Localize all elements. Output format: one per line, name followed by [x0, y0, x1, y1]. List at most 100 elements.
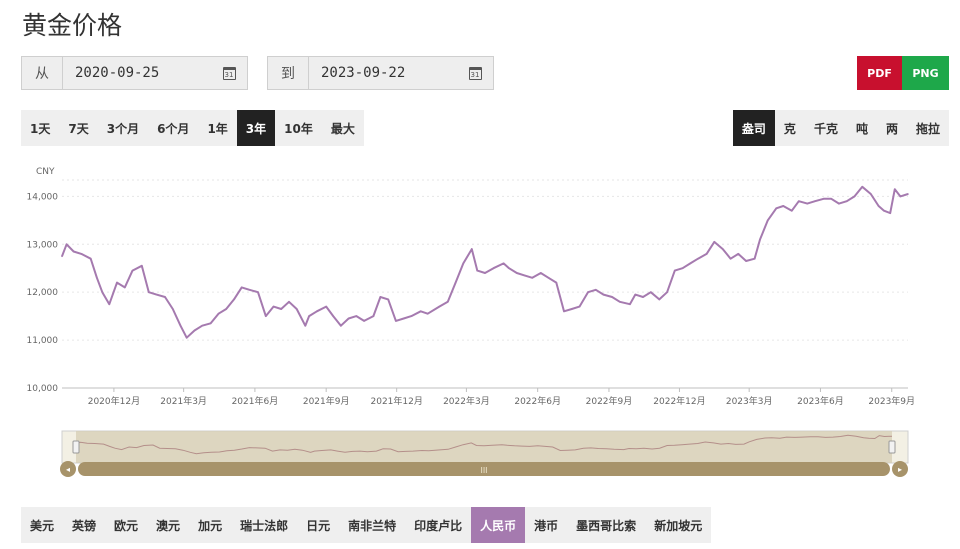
data-point: [295, 308, 298, 310]
data-point: [116, 281, 118, 284]
data-point: [447, 301, 449, 303]
gold-price-chart: CNY 10,000 11,000 12,000 13,000 14,000 2020年…: [27, 167, 915, 477]
data-point: [563, 310, 565, 313]
data-point: [355, 315, 358, 317]
range-button-1[interactable]: 7天: [59, 110, 97, 146]
data-point: [340, 324, 342, 327]
data-point: [402, 317, 405, 320]
currency-button-3[interactable]: 澳元: [147, 507, 189, 543]
currency-button-12[interactable]: 新加坡元: [645, 507, 711, 543]
data-point: [877, 205, 880, 207]
data-point: [265, 315, 267, 317]
data-point: [595, 289, 597, 291]
y-tick-label: 14,000: [27, 192, 59, 202]
range-button-5[interactable]: 3年: [236, 110, 276, 146]
x-tick-label: 2020年12月: [88, 395, 140, 407]
data-point: [658, 298, 661, 301]
data-point: [108, 303, 111, 305]
data-point: [775, 207, 778, 210]
range-button-3[interactable]: 6个月: [148, 110, 198, 146]
unit-button-0[interactable]: 盎司: [732, 110, 775, 146]
currency-button-11[interactable]: 墨西哥比索: [567, 507, 645, 543]
data-point: [729, 257, 732, 260]
scrollbar-grip-icon: III: [480, 466, 487, 475]
chart-gridlines: [62, 179, 908, 389]
currency-button-10[interactable]: 港币: [525, 507, 567, 543]
data-point: [883, 209, 885, 212]
data-point: [179, 324, 182, 327]
calendar-icon: 31: [468, 66, 482, 80]
data-point: [96, 277, 98, 279]
currency-button-7[interactable]: 南非兰特: [339, 507, 405, 543]
page-title: 黄金价格: [22, 11, 123, 40]
data-point: [629, 303, 631, 305]
currency-button-5[interactable]: 瑞士法郎: [231, 507, 297, 543]
navigator-selection[interactable]: [76, 431, 892, 463]
data-point: [288, 301, 290, 303]
data-point: [240, 286, 243, 289]
data-point: [830, 198, 833, 200]
data-point: [634, 293, 637, 296]
currency-button-0[interactable]: 美元: [21, 507, 63, 543]
data-point: [172, 308, 174, 310]
data-point: [185, 336, 188, 339]
x-axis-ticks: 2020年12月 2021年3月 2021年6月 2021年9月 2021年12月 202…: [88, 388, 915, 407]
date-to-value[interactable]: 2023-09-22: [309, 57, 457, 89]
data-point: [471, 248, 473, 250]
navigator-left-handle[interactable]: [72, 440, 80, 454]
data-point: [141, 265, 143, 267]
date-from-label: 从: [22, 57, 63, 89]
currency-button-8[interactable]: 印度卢比: [405, 507, 471, 543]
unit-button-5[interactable]: 拖拉: [907, 110, 949, 146]
data-point: [61, 255, 63, 258]
data-point: [853, 195, 856, 198]
unit-button-3[interactable]: 吨: [847, 110, 877, 146]
date-to-label: 到: [268, 57, 309, 89]
x-tick-label: 2023年3月: [726, 395, 773, 407]
price-line: [61, 185, 909, 339]
currency-button-6[interactable]: 日元: [297, 507, 339, 543]
range-button-0[interactable]: 1天: [21, 110, 59, 146]
range-button-4[interactable]: 1年: [198, 110, 236, 146]
data-point: [767, 219, 769, 222]
range-button-6[interactable]: 10年: [275, 110, 322, 146]
data-point: [124, 286, 126, 289]
data-point: [650, 291, 652, 293]
x-tick-label: 2023年9月: [868, 395, 915, 407]
y-tick-label: 11,000: [27, 336, 59, 346]
data-point: [372, 315, 375, 317]
data-point: [257, 291, 259, 293]
data-point: [587, 291, 589, 293]
unit-selector: 盎司克千克吨两拖拉: [732, 110, 949, 146]
export-png-button[interactable]: PNG: [902, 56, 949, 90]
range-navigator[interactable]: III ◂ ▸: [60, 430, 909, 477]
currency-button-2[interactable]: 欧元: [105, 507, 147, 543]
unit-button-2[interactable]: 千克: [805, 110, 847, 146]
data-point: [454, 281, 457, 284]
date-from-calendar-button[interactable]: 31: [211, 57, 247, 89]
data-point: [395, 320, 397, 322]
currency-button-4[interactable]: 加元: [189, 507, 231, 543]
data-point: [462, 262, 465, 265]
currency-button-9[interactable]: 人民币: [471, 507, 526, 543]
date-to-field[interactable]: 到 2023-09-22 31: [267, 56, 494, 90]
date-from-field[interactable]: 从 2020-09-25 31: [21, 56, 248, 90]
data-point: [713, 241, 716, 243]
range-button-7[interactable]: 最大: [322, 110, 364, 146]
range-button-2[interactable]: 3个月: [98, 110, 148, 146]
data-point: [155, 293, 158, 296]
data-point: [907, 193, 909, 195]
data-point: [410, 315, 413, 317]
unit-button-1[interactable]: 克: [775, 110, 805, 146]
data-point: [822, 198, 825, 200]
data-point: [484, 272, 486, 274]
unit-button-4[interactable]: 两: [877, 110, 907, 146]
date-to-calendar-button[interactable]: 31: [457, 57, 493, 89]
date-from-value[interactable]: 2020-09-25: [63, 57, 211, 89]
y-axis-ticks: 10,000 11,000 12,000 13,000 14,000: [27, 192, 59, 394]
export-pdf-button[interactable]: PDF: [857, 56, 902, 90]
data-point: [438, 305, 441, 308]
currency-button-1[interactable]: 英镑: [63, 507, 105, 543]
x-tick-label: 2021年6月: [232, 395, 279, 407]
navigator-right-handle[interactable]: [888, 440, 896, 454]
